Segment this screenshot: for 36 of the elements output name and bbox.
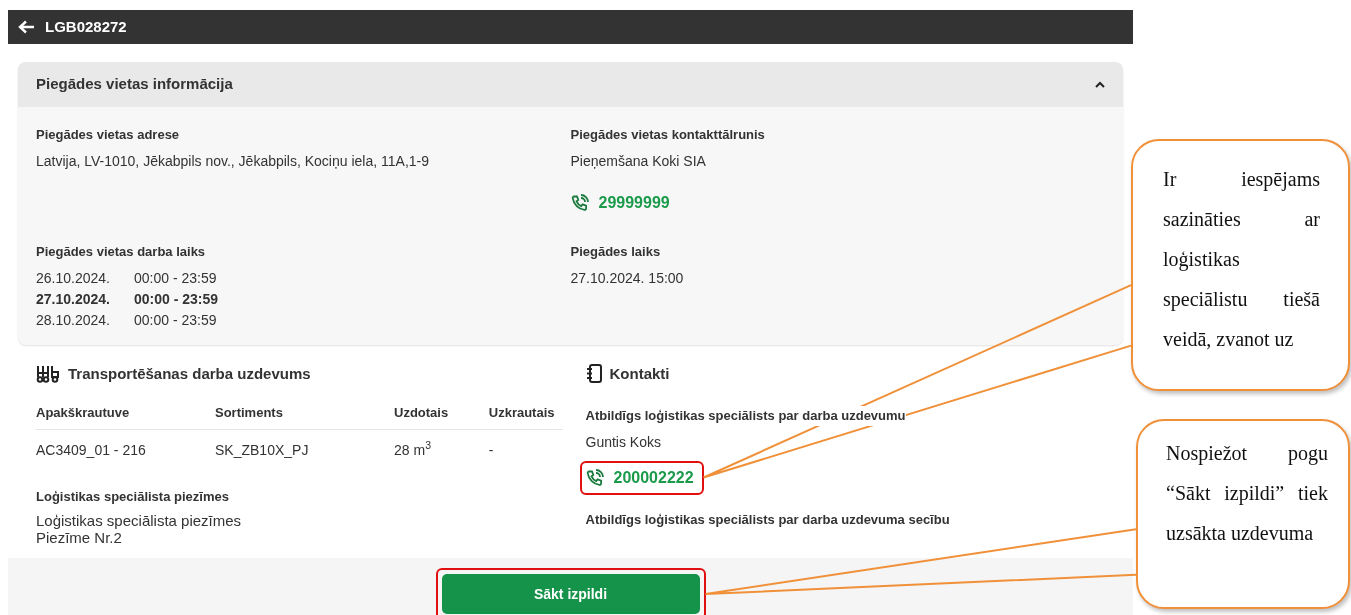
address-text: Latvija, LV-1010, Jēkabpils nov., Jēkabpils, Kociņu iela, 11A,1-9 (36, 151, 430, 171)
field-label: Piegādes vietas kontakttālrunis (570, 126, 766, 144)
card-header[interactable]: Piegādes vietas informācija (18, 62, 1123, 107)
section-title: Transportēšanas darba uzdevums (68, 363, 311, 384)
field-label: Atbildīgs loģistikas speciālists par darba uzdevumu (585, 406, 906, 426)
phone-link[interactable]: 200002222 (585, 465, 694, 490)
time-range: 00:00 - 23:59 (133, 289, 219, 309)
section-title: Kontakti (609, 363, 670, 384)
field-label: Piegādes laiks (570, 243, 662, 261)
time-range: 00:00 - 23:59 (133, 310, 217, 330)
date-text: 27.10.2024. (36, 289, 110, 309)
column-header: Sortiments (215, 393, 394, 429)
column-header: Apakškrautuve (36, 393, 215, 429)
page-title: LGB028272 (45, 16, 127, 37)
field-label: Piegādes vietas darba laiks (36, 243, 207, 261)
callout-text: Nospiežot pogu “Sākt izpildi” tiek uzsākta uzdevuma (1136, 419, 1350, 609)
contact-name: Pieņemšana Koki SIA (570, 151, 707, 171)
start-button[interactable]: Sākt izpildi (441, 574, 700, 614)
date-text: 26.10.2024. (36, 268, 110, 288)
callout-text: Ir iespējams sazināties ar loģistikas speciālistu tiešā veidā, zvanot uz (1131, 139, 1350, 391)
delivery-time: 27.10.2024. 15:00 (570, 268, 685, 288)
table-cell: SK_ZB10X_PJ (215, 429, 394, 471)
note-text: Loģistikas speciālista piezīmes (36, 512, 243, 529)
phone-link[interactable]: 29999999 (570, 190, 670, 215)
table-cell: - (488, 429, 563, 471)
time-range: 00:00 - 23:59 (133, 268, 217, 288)
date-text: 28.10.2024. (36, 310, 110, 330)
contact-name: Guntis Koks (585, 432, 662, 452)
field-label: Loģistikas speciālista piezīmes (36, 487, 230, 506)
table-cell: 28 m$^{3}$ (394, 429, 489, 471)
field-label: Piegādes vietas adrese (36, 126, 181, 144)
note-text: Piezīme Nr.2 (36, 529, 123, 546)
table-cell: AC3409_01 - 216 (36, 429, 215, 471)
column-header: Uzkrautais (488, 393, 563, 429)
column-header: Uzdotais (394, 393, 489, 429)
card-title: Piegādes vietas informācija (36, 74, 233, 95)
